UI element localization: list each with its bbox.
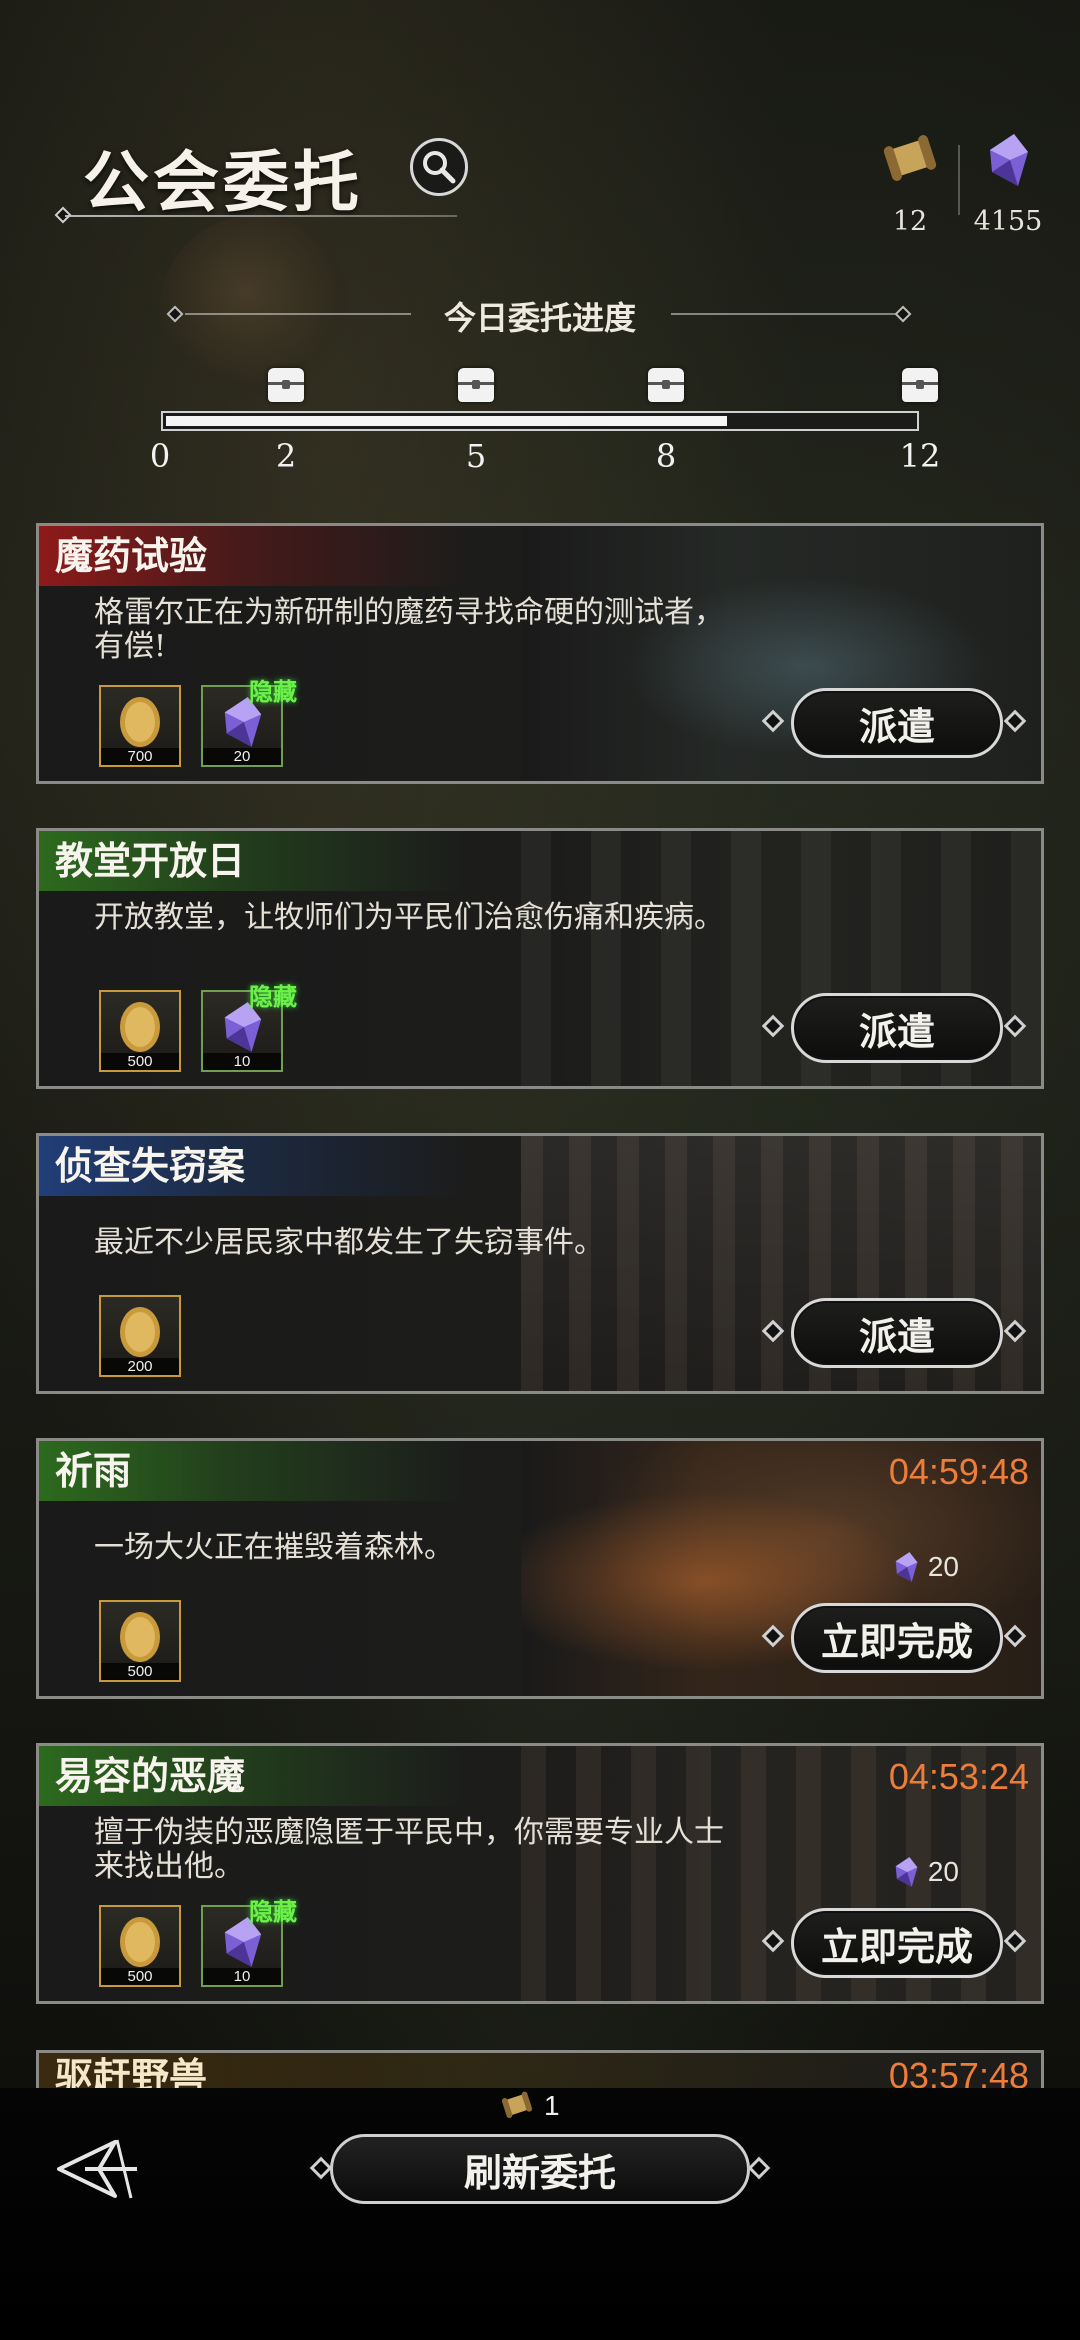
progress-bar [161,411,919,431]
resource-divider [958,145,960,215]
reward-amount: 500 [101,1053,179,1070]
mission-description: 一场大火正在摧毁着森林。 [94,1530,454,1565]
mission-title: 驱赶野兽 [55,2054,208,2090]
hidden-tag: 隐藏 [249,982,297,1011]
mission-title: 侦查失窃案 [39,1136,469,1196]
progress-title-line-right [671,313,897,315]
scroll-icon [501,2091,533,2119]
search-button[interactable] [410,138,468,196]
mission-title: 祈雨 [39,1441,469,1501]
scroll-resource[interactable]: 12 [870,130,950,237]
refresh-cost-amount: 1 [544,2090,560,2121]
reward-item-gold[interactable]: 200 [99,1295,181,1377]
mission-description: 擅于伪装的恶魔隐匿于平民中，你需要专业人士来找出他。 [94,1815,724,1884]
page-title: 公会委托 [83,143,363,221]
chest-icon[interactable] [458,368,494,402]
reward-amount: 500 [101,1663,179,1680]
mission-description: 最近不少居民家中都发生了失窃事件。 [94,1225,604,1260]
reward-amount: 20 [203,748,281,765]
gold-coin-icon [101,1301,179,1363]
mission-card[interactable]: 魔药试验 格雷尔正在为新研制的魔药寻找命硬的测试者，有偿! 700 20 隐藏 … [36,523,1044,784]
progress-fill [166,416,727,426]
mission-card[interactable]: 祈雨 04:59:48 一场大火正在摧毁着森林。 20 500 立即完成 [36,1438,1044,1699]
title-underline [65,215,457,217]
mission-title: 易容的恶魔 [39,1746,469,1806]
mission-timer: 04:59:48 [888,1451,1029,1492]
dispatch-button[interactable]: 派遣 [791,688,1003,758]
gold-coin-icon [101,1911,179,1973]
gold-coin-icon [101,691,179,753]
dispatch-button[interactable]: 派遣 [791,993,1003,1063]
refresh-cost: 1 [500,2090,560,2122]
mission-description: 开放教堂，让牧师们为平民们治愈伤痛和疾病。 [94,900,724,935]
mission-title: 教堂开放日 [39,831,469,891]
crystal-icon [968,130,1048,190]
chest-icon[interactable] [648,368,684,402]
gold-coin-icon [101,996,179,1058]
scroll-count: 12 [892,206,928,237]
instant-complete-cost: 20 [892,1856,959,1888]
mission-description: 格雷尔正在为新研制的魔药寻找命硬的测试者，有偿! [94,595,724,664]
mission-card[interactable]: 易容的恶魔 04:53:24 擅于伪装的恶魔隐匿于平民中，你需要专业人士来找出他… [36,1743,1044,2004]
refresh-missions-button[interactable]: 刷新委托 [330,2134,750,2204]
mission-timer: 03:57:48 [888,2055,1029,2090]
progress-mark: 5 [465,437,487,475]
complete-now-button[interactable]: 立即完成 [791,1908,1003,1978]
cost-amount: 20 [927,1551,959,1582]
dispatch-button[interactable]: 派遣 [791,1298,1003,1368]
back-arrow-icon [57,2139,137,2199]
gold-coin-icon [101,1606,179,1668]
reward-amount: 10 [203,1053,281,1070]
reward-item-gold[interactable]: 700 [99,685,181,767]
crystal-resource[interactable]: 4155 [968,130,1048,237]
progress-mark: 2 [275,437,297,475]
reward-amount: 500 [101,1968,179,1985]
mission-title: 魔药试验 [39,526,469,586]
reward-item-gold[interactable]: 500 [99,1600,181,1682]
page-header: 公会委托 [54,125,457,225]
hidden-tag: 隐藏 [249,1897,297,1926]
chest-icon[interactable] [902,368,938,402]
complete-now-button[interactable]: 立即完成 [791,1603,1003,1673]
mission-card[interactable]: 教堂开放日 开放教堂，让牧师们为平民们治愈伤痛和疾病。 500 10 隐藏 派遣 [36,828,1044,1089]
bottom-bar [0,2088,1080,2340]
progress-mark: 0 [149,437,171,475]
instant-complete-cost: 20 [892,1551,959,1583]
reward-item-gold[interactable]: 500 [99,990,181,1072]
mission-card[interactable]: 侦查失窃案 最近不少居民家中都发生了失窃事件。 200 派遣 [36,1133,1044,1394]
chest-icon[interactable] [268,368,304,402]
progress-title: 今日委托进度 [443,299,636,337]
cost-amount: 20 [927,1856,959,1887]
crystal-count: 4155 [973,206,1043,237]
mission-card-partial[interactable]: 驱赶野兽 03:57:48 [36,2050,1044,2090]
reward-item-gold[interactable]: 500 [99,1905,181,1987]
reward-amount: 700 [101,748,179,765]
crystal-icon [895,1857,918,1887]
back-button[interactable] [55,2136,141,2202]
scroll-icon [870,130,950,190]
progress-mark: 12 [899,437,941,475]
progress-mark: 8 [655,437,677,475]
progress-title-row: 今日委托进度 [165,293,915,337]
magnifier-icon [423,151,456,184]
reward-amount: 200 [101,1358,179,1375]
mission-timer: 04:53:24 [888,1756,1029,1797]
crystal-icon [895,1552,918,1582]
hidden-tag: 隐藏 [249,677,297,706]
reward-amount: 10 [203,1968,281,1985]
